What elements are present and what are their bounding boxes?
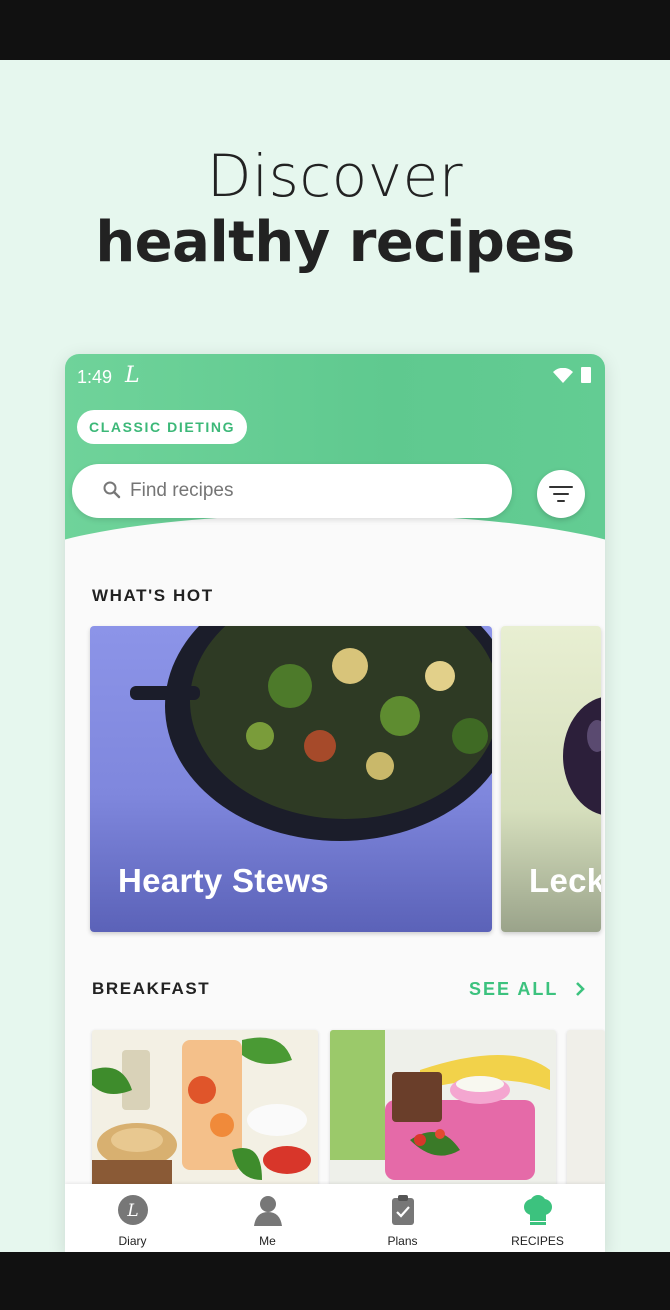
wifi-icon — [553, 368, 573, 383]
status-bar: 1:49 L — [65, 354, 605, 400]
hero-title-line1: Discover — [206, 142, 464, 210]
search-bar[interactable] — [72, 464, 512, 518]
svg-text:L: L — [126, 1201, 138, 1221]
promo-background: Discover healthy recipes 1:49 L CLASSIC … — [0, 60, 670, 1252]
hero-title-line2: healthy recipes — [95, 210, 575, 275]
recipe-card-leck[interactable]: Leck — [501, 626, 601, 932]
recipe-card-title: Leck — [529, 862, 601, 899]
system-bottom-bar — [0, 1252, 670, 1310]
nav-tab-recipes[interactable]: RECIPES — [470, 1184, 605, 1252]
see-all-link[interactable]: SEE ALL — [469, 979, 587, 1000]
filter-icon-line-2 — [553, 493, 569, 495]
search-input[interactable] — [130, 464, 490, 518]
see-all-label: SEE ALL — [469, 979, 559, 999]
search-icon — [103, 481, 121, 499]
filter-icon-line-1 — [549, 486, 573, 488]
diet-type-chip[interactable]: CLASSIC DIETING — [77, 410, 248, 444]
nav-tab-me[interactable]: Me — [200, 1184, 335, 1252]
chef-hat-icon — [524, 1195, 552, 1225]
nav-tab-plans[interactable]: Plans — [335, 1184, 470, 1252]
chevron-right-icon — [576, 982, 585, 996]
recipe-card-hearty-stews[interactable]: Hearty Stews — [90, 626, 492, 932]
app-logo-icon: L — [125, 363, 140, 388]
battery-icon — [581, 367, 591, 383]
header-curve — [65, 514, 605, 634]
lifesum-logo-icon: L — [118, 1195, 148, 1225]
nav-label-diary: Diary — [118, 1234, 147, 1248]
nav-label-plans: Plans — [387, 1234, 418, 1248]
system-top-bar — [0, 0, 670, 60]
recipe-card-title: Hearty Stews — [118, 862, 329, 899]
nav-label-recipes: RECIPES — [511, 1234, 564, 1248]
clipboard-icon — [392, 1195, 414, 1225]
breakfast-title: BREAKFAST — [92, 979, 211, 998]
bottom-navigation: L Diary Me Plans RECIPES — [65, 1184, 605, 1252]
nav-tab-diary[interactable]: L Diary — [65, 1184, 200, 1252]
status-time: 1:49 — [77, 367, 113, 387]
filter-button[interactable] — [537, 470, 585, 518]
whats-hot-title: WHAT'S HOT — [92, 586, 214, 605]
nav-label-me: Me — [259, 1234, 276, 1248]
profile-icon — [254, 1196, 282, 1226]
phone-screen: 1:49 L CLASSIC DIETING WHAT'S HOT — [65, 354, 605, 1252]
filter-icon-line-3 — [557, 500, 565, 502]
